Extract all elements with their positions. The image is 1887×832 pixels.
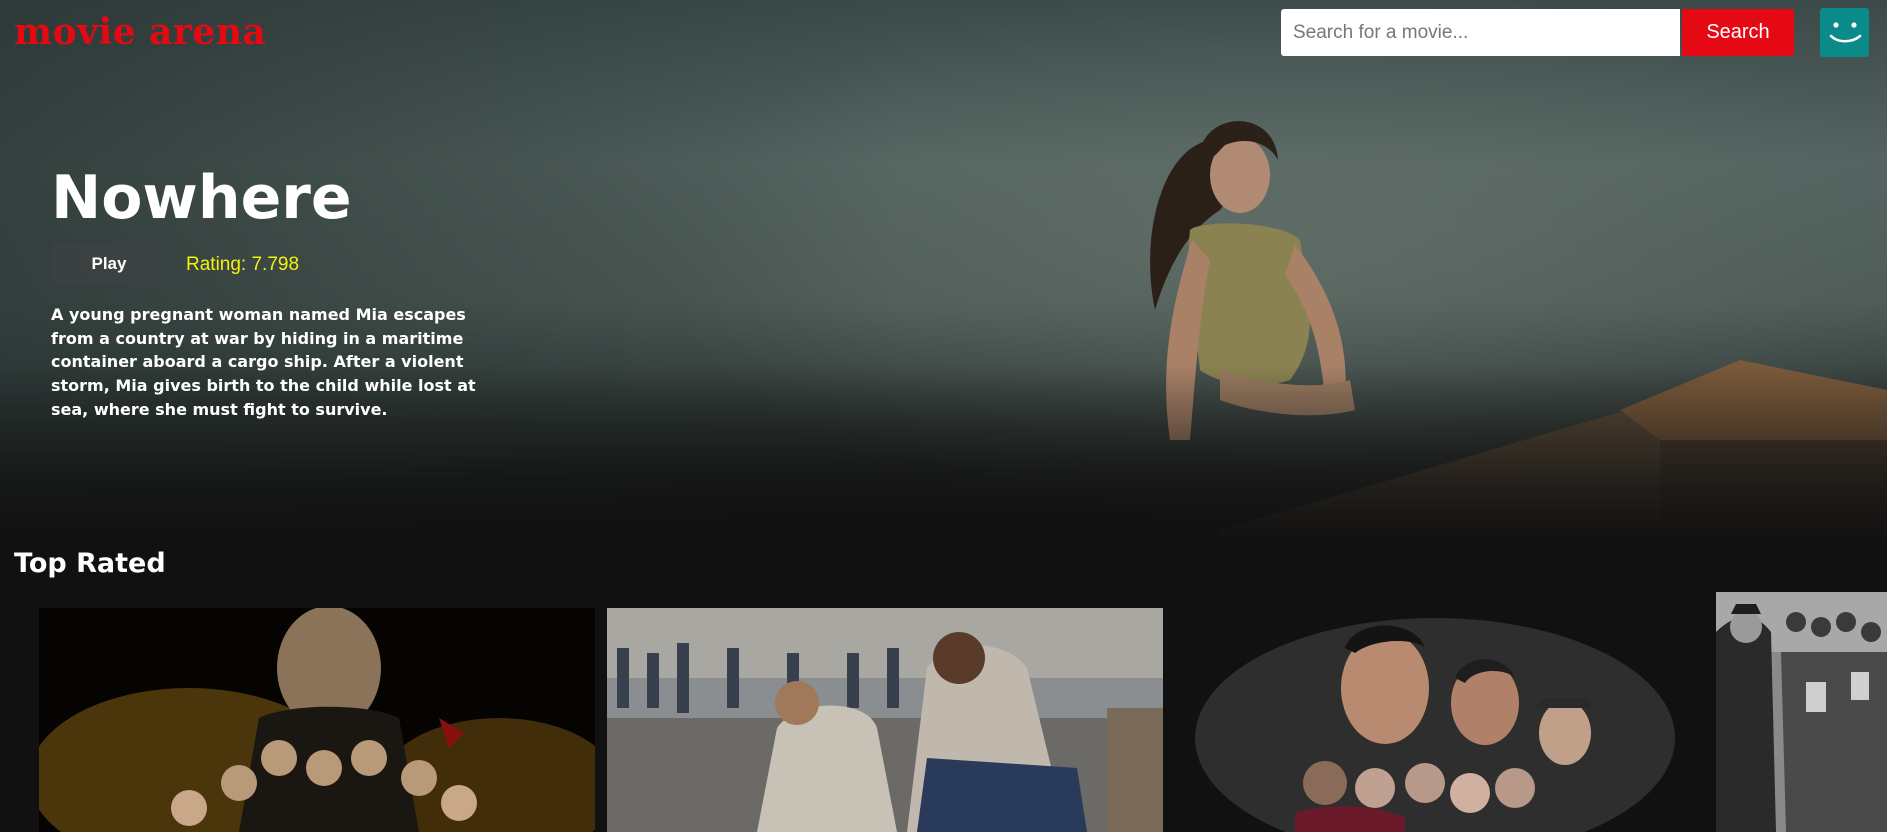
hero-title: Nowhere (51, 163, 352, 233)
poster-3-image (1175, 608, 1714, 832)
smiley-icon (1829, 22, 1862, 43)
movie-poster-3[interactable] (1175, 608, 1714, 832)
play-button[interactable]: Play (52, 244, 166, 284)
site-logo[interactable]: movie arena (14, 8, 266, 56)
user-avatar[interactable] (1820, 8, 1869, 57)
poster-1-image (39, 608, 595, 832)
movie-poster-1[interactable] (39, 608, 595, 832)
search-input[interactable] (1281, 9, 1680, 56)
hero-description: A young pregnant woman named Mia escapes… (51, 305, 476, 419)
poster-4-image (1716, 592, 1887, 832)
movie-poster-4[interactable] (1716, 592, 1887, 832)
row-title-top-rated: Top Rated (14, 548, 166, 579)
hero-rating: Rating: 7.798 (186, 254, 300, 275)
poster-2-image (607, 608, 1163, 832)
movie-poster-2[interactable] (607, 608, 1163, 832)
search-button[interactable]: Search (1682, 9, 1794, 56)
